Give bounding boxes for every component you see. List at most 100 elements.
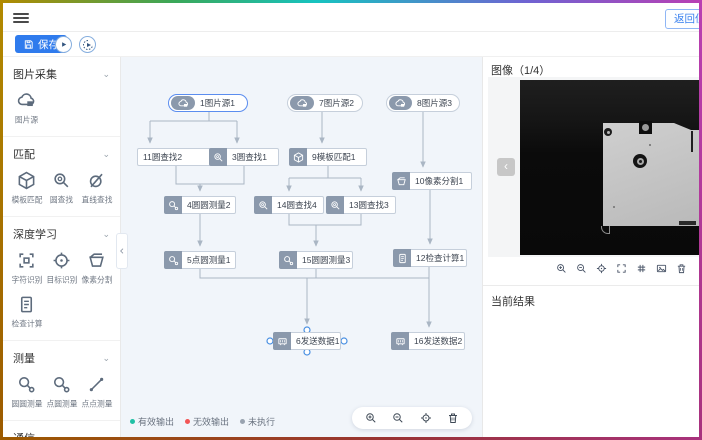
sidebar-item-check-calc[interactable]: 检查计算 (9, 295, 44, 330)
compare-icon[interactable] (656, 263, 667, 274)
chevron-down-icon: ⌄ (102, 69, 110, 80)
flow-node-send-data-2[interactable]: 16发送数据2 (391, 332, 465, 350)
sidebar-item-ocr[interactable]: 字符识别 (9, 251, 44, 286)
sidebar-item-point-point-measure[interactable]: 点点测量 (79, 375, 114, 410)
flow-node-circle-find-3[interactable]: 13圆查找3 (326, 196, 396, 214)
app-window: 返回低代码 保存 图片采集 ⌄ 图片源 匹配 ⌄ 模板匹配 圆查找 直线查找 深度学… (0, 0, 702, 440)
zoom-in-icon[interactable] (556, 263, 567, 274)
point-point-icon (87, 375, 106, 394)
measure-icon (17, 375, 36, 394)
ocr-icon (17, 251, 36, 270)
section-title: 匹配 (13, 146, 35, 162)
section-header[interactable]: 匹配 ⌄ (3, 137, 120, 169)
zoom-out-icon[interactable] (576, 263, 587, 274)
chevron-down-icon: ⌄ (102, 149, 110, 160)
plate-tab (601, 226, 610, 234)
sidebar-item-circle-find[interactable]: 圆查找 (44, 171, 79, 206)
flow-node-image-source-3[interactable]: 8图片源3 (386, 94, 460, 112)
flow-node-circle-find-4[interactable]: 14圆查找4 (254, 196, 324, 214)
image-panel-title: 图像（1/4） (491, 62, 550, 78)
cloud-icon (290, 96, 314, 110)
locate-icon[interactable] (596, 263, 607, 274)
doc-calc-icon (393, 249, 411, 267)
flow-node-circle-find-1[interactable]: 3圆查找1 (209, 148, 279, 166)
section-deep-learning: 深度学习⌄ 字符识别 目标识别 像素分割 检查计算 (3, 217, 120, 341)
fullscreen-icon[interactable] (616, 263, 627, 274)
sidebar-item-pixel-segment[interactable]: 像素分割 (79, 251, 114, 286)
plate-slot (679, 221, 696, 225)
flow-node-circle-circle-measure-2[interactable]: 4圆圆测量2 (164, 196, 236, 214)
sidebar-collapse-handle[interactable] (116, 233, 128, 269)
flow-node-check-calc-1[interactable]: 12检查计算1 (393, 249, 467, 267)
flow-node-image-source-2[interactable]: 7图片源2 (287, 94, 363, 112)
plate-dot (613, 206, 615, 208)
play-icon (58, 39, 69, 50)
sidebar-item-target-recognition[interactable]: 目标识别 (44, 251, 79, 286)
circle-find-icon (254, 196, 272, 214)
sidebar-item-point-circle-measure[interactable]: 点圆测量 (44, 375, 79, 410)
trash-icon[interactable] (447, 412, 459, 424)
run-continuous-button[interactable] (79, 36, 96, 53)
section-title: 测量 (13, 350, 35, 366)
back-to-lowcode-button[interactable]: 返回低代码 (665, 9, 702, 29)
doc-calc-icon (17, 295, 36, 314)
flow-node-circle-circle-measure-3[interactable]: 15圆圆测量3 (279, 251, 353, 269)
chevron-down-icon: ⌄ (102, 353, 110, 364)
flow-node-circle-find-2[interactable]: 11圆查找2 (137, 148, 215, 166)
plate-hole (604, 128, 612, 136)
flow-node-send-data-1[interactable]: 6发送数据1 (273, 332, 341, 350)
circle-find-icon (209, 148, 227, 166)
circle-find-icon (52, 171, 71, 190)
measure-icon (279, 251, 297, 269)
module-sidebar: 图片采集 ⌄ 图片源 匹配 ⌄ 模板匹配 圆查找 直线查找 深度学习⌄ 字符识别 目… (3, 57, 121, 437)
sidebar-item-line-find[interactable]: 直线查找 (79, 171, 114, 206)
flow-node-pixel-segment-1[interactable]: 10像素分割1 (392, 172, 472, 190)
measure-icon (164, 251, 182, 269)
plate-fiducial-square (639, 121, 652, 134)
line-find-icon (87, 171, 106, 190)
measure-icon (164, 196, 182, 214)
main-toolbar: 保存 (3, 32, 699, 57)
section-title: 图片采集 (13, 66, 57, 82)
plate-center-ring (633, 154, 647, 168)
section-communication: 通信⌄ (3, 421, 120, 437)
metal-plate (603, 123, 700, 226)
zoom-out-icon[interactable] (392, 412, 404, 424)
section-header[interactable]: 通信⌄ (3, 421, 120, 437)
section-header[interactable]: 测量 ⌄ (3, 341, 120, 373)
segment-icon (87, 251, 106, 270)
section-header[interactable]: 深度学习⌄ (3, 217, 120, 249)
cube-icon (17, 171, 36, 190)
canvas-zoom-controls (352, 407, 472, 429)
zoom-in-icon[interactable] (365, 412, 377, 424)
sidebar-item-circle-circle-measure[interactable]: 圆圆测量 (9, 375, 44, 410)
cloud-icon (171, 96, 195, 110)
grid-icon[interactable] (636, 263, 647, 274)
flow-node-template-match-1[interactable]: 9模板匹配1 (289, 148, 367, 166)
flow-canvas[interactable]: 1图片源1 7图片源2 8图片源3 11圆查找2 3圆查找1 9模板匹配1 10… (121, 57, 482, 437)
legend-valid-output: 有效输出 (130, 415, 174, 428)
preview-image[interactable] (520, 80, 700, 255)
measure-icon (52, 375, 71, 394)
menu-icon[interactable] (13, 11, 29, 25)
right-panel: 图像（1/4） ‹ 当前结果 (482, 57, 699, 437)
status-legend: 有效输出 无效输出 未执行 (130, 415, 275, 428)
run-once-button[interactable] (55, 36, 72, 53)
section-header[interactable]: 图片采集 ⌄ (3, 57, 120, 89)
sidebar-item-image-source[interactable]: 图片源 (9, 91, 44, 126)
flow-node-image-source-1[interactable]: 1图片源1 (168, 94, 248, 112)
cube-icon (289, 148, 307, 166)
trash-icon[interactable] (676, 263, 687, 274)
sidebar-item-template-match[interactable]: 模板匹配 (9, 171, 44, 206)
section-image-capture: 图片采集 ⌄ 图片源 (3, 57, 120, 137)
plate-step-shadow (691, 131, 693, 152)
locate-icon[interactable] (420, 412, 432, 424)
legend-not-executed: 未执行 (240, 415, 275, 428)
prev-image-button[interactable]: ‹ (497, 158, 515, 176)
section-title: 通信 (13, 430, 35, 437)
legend-invalid-output: 无效输出 (185, 415, 229, 428)
flow-node-point-circle-measure-1[interactable]: 5点圆测量1 (164, 251, 236, 269)
cloud-image-icon (17, 91, 36, 110)
circle-find-icon (326, 196, 344, 214)
image-viewer: ‹ (488, 77, 700, 257)
